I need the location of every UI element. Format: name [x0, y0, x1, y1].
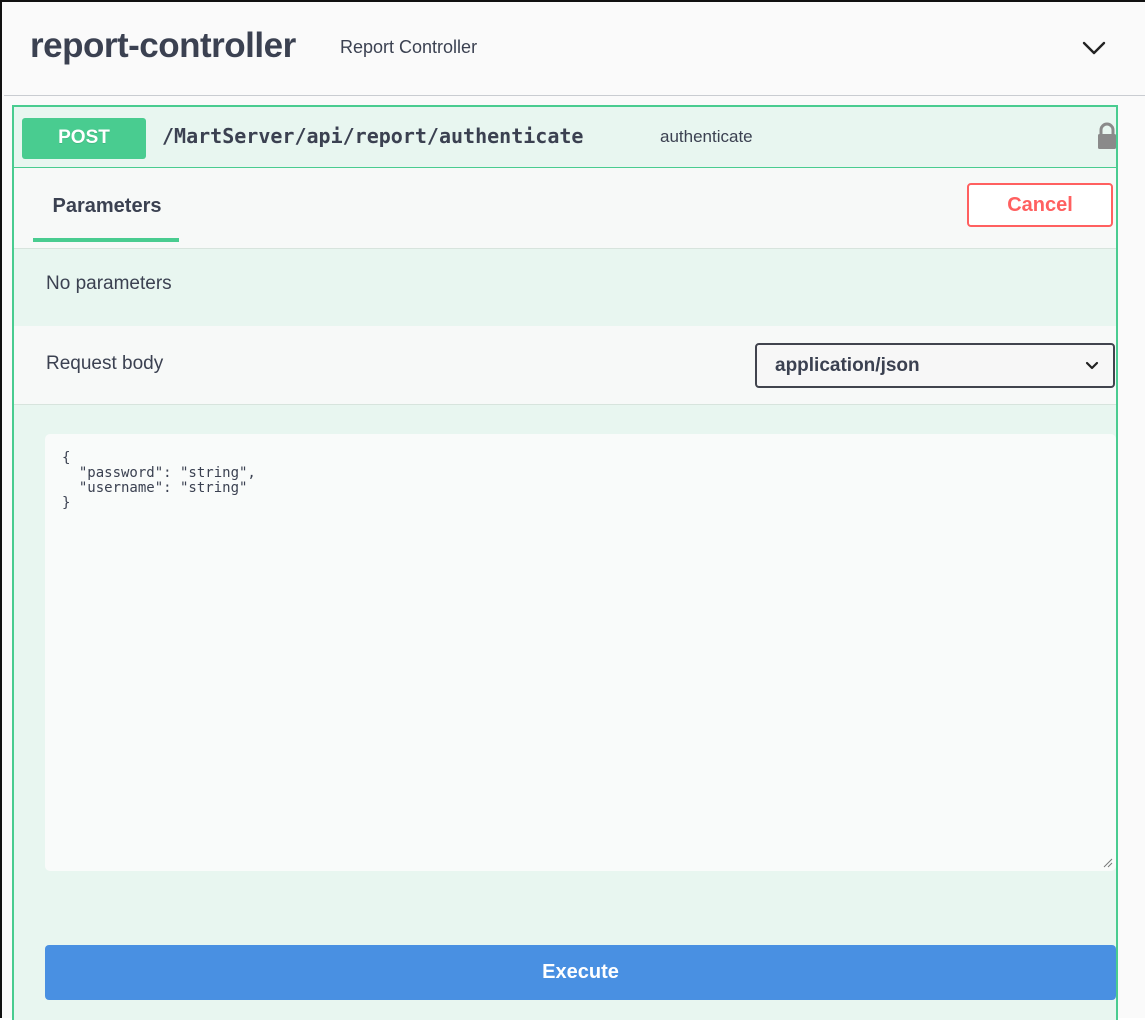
execute-button[interactable]: Execute [45, 945, 1116, 1000]
http-method-badge: POST [22, 118, 146, 159]
chevron-down-icon [1082, 41, 1106, 55]
tab-parameters[interactable]: Parameters [34, 168, 180, 244]
parameters-tab-bar: Parameters Cancel [14, 168, 1116, 249]
endpoint-path: /MartServer/api/report/authenticate [162, 124, 584, 148]
content-type-select[interactable]: application/json [755, 343, 1115, 388]
lock-icon [1098, 122, 1116, 149]
no-parameters-text: No parameters [46, 273, 172, 294]
resize-handle-icon[interactable] [1101, 856, 1113, 868]
operation-summary[interactable]: POST /MartServer/api/report/authenticate… [14, 107, 1116, 168]
chevron-down-icon [1085, 361, 1099, 370]
request-body-text: { "password": "string", "username": "str… [62, 450, 256, 511]
tag-description: Report Controller [340, 37, 478, 57]
request-body-header: Request body application/json [14, 326, 1116, 405]
content-type-value: application/json [775, 355, 920, 376]
collapse-button[interactable] [1074, 29, 1114, 69]
request-body-label: Request body [46, 353, 164, 374]
operation-block: POST /MartServer/api/report/authenticate… [12, 105, 1118, 1020]
request-body-editor[interactable]: { "password": "string", "username": "str… [45, 434, 1116, 871]
operation-summary-text: authenticate [660, 127, 753, 146]
authorize-button[interactable] [1096, 121, 1118, 151]
active-tab-indicator [33, 238, 179, 242]
cancel-button[interactable]: Cancel [967, 183, 1113, 227]
tag-header[interactable]: report-controller Report Controller [4, 4, 1145, 96]
tag-name: report-controller [30, 26, 296, 65]
swagger-panel: report-controller Report Controller POST… [0, 0, 1145, 1020]
